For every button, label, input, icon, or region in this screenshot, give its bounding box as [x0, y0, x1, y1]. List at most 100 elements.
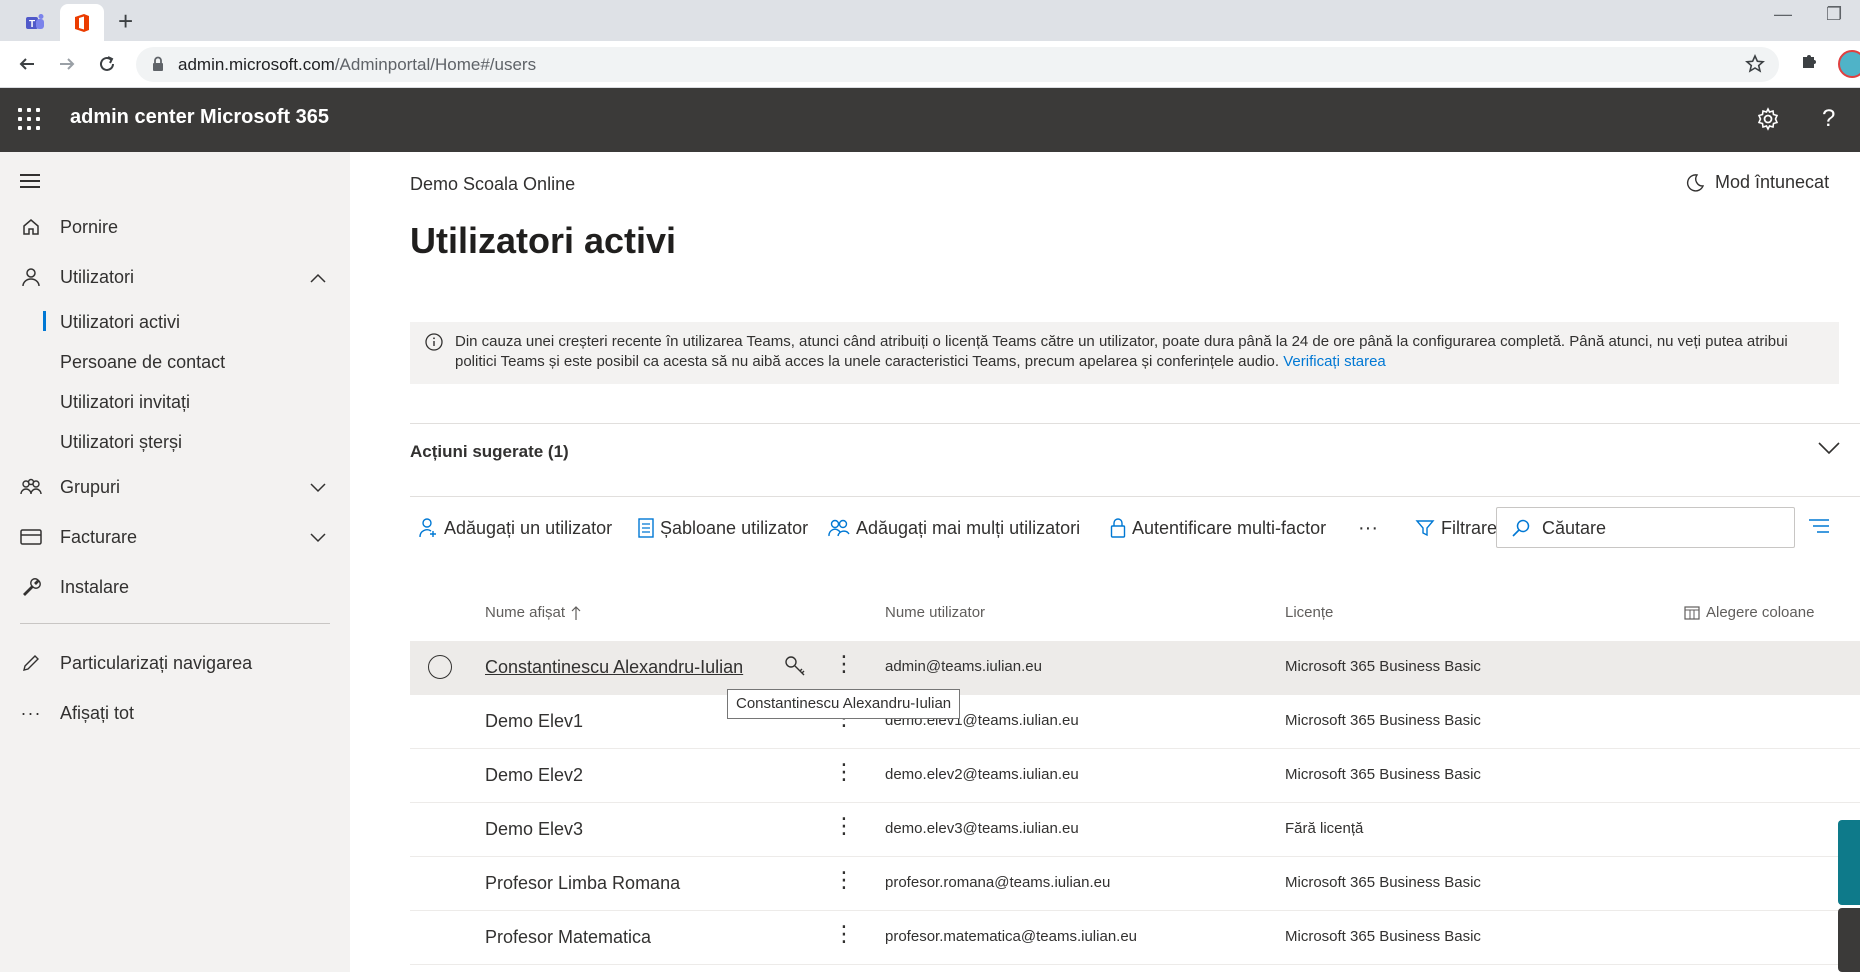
person-icon [20, 266, 42, 288]
address-bar: admin.microsoft.com/Adminportal/Home#/us… [0, 41, 1860, 88]
add-user-button[interactable]: Adăugați un utilizator [418, 508, 612, 548]
reload-icon[interactable] [94, 51, 120, 77]
reset-password-key-icon[interactable] [784, 655, 806, 677]
mfa-label: Autentificare multi-factor [1132, 517, 1327, 538]
column-header-licenses[interactable]: Licențe [1285, 604, 1333, 621]
user-display-name[interactable]: Demo Elev3 [485, 819, 583, 840]
user-license: Microsoft 365 Business Basic [1285, 874, 1481, 891]
user-templates-button[interactable]: Șabloane utilizator [638, 508, 808, 548]
sidebar-item-users[interactable]: Utilizatori [0, 257, 350, 297]
user-principal-name: profesor.matematica@teams.iulian.eu [885, 928, 1138, 945]
sidebar-item-setup[interactable]: Instalare [0, 567, 350, 607]
info-icon [425, 333, 443, 351]
column-header-label: Nume utilizator [885, 604, 986, 621]
profile-avatar[interactable] [1838, 50, 1860, 78]
extensions-icon[interactable] [1800, 51, 1820, 71]
user-license: Fără licență [1285, 820, 1364, 837]
more-actions-button[interactable]: ··· [1358, 508, 1378, 548]
info-banner: Din cauza unei creșteri recente în utili… [410, 322, 1839, 384]
browser-tab-bar: T + — ❐ [0, 0, 1860, 41]
chevron-down-icon[interactable] [310, 477, 326, 498]
search-input[interactable]: Căutare [1496, 507, 1795, 548]
choose-columns-button[interactable]: Alegere coloane [1684, 604, 1814, 621]
table-row[interactable]: Demo Elev3 ⋮ demo.elev3@teams.iulian.eu … [410, 803, 1860, 857]
sidebar-subitem-contacts[interactable]: Persoane de contact [60, 352, 225, 373]
row-select-radio[interactable] [428, 655, 452, 679]
search-placeholder: Căutare [1542, 518, 1607, 538]
filter-label: Filtrare [1441, 517, 1498, 538]
office-tab[interactable] [60, 4, 104, 41]
add-people-icon [828, 519, 850, 537]
ellipsis-icon: ··· [20, 702, 42, 723]
lock-icon [1110, 518, 1126, 538]
user-display-name[interactable]: Demo Elev2 [485, 765, 583, 786]
table-row[interactable]: Demo Elev1 ⋮ demo.elev1@teams.iulian.eu … [410, 695, 1860, 749]
mfa-button[interactable]: Autentificare multi-factor [1110, 508, 1326, 548]
user-templates-label: Șabloane utilizator [660, 517, 809, 538]
row-more-options-icon[interactable]: ⋮ [833, 869, 855, 891]
chevron-up-icon[interactable] [310, 267, 326, 288]
collapse-nav-icon[interactable] [20, 174, 40, 192]
table-row[interactable]: Demo Elev2 ⋮ demo.elev2@teams.iulian.eu … [410, 749, 1860, 803]
app-title[interactable]: admin center Microsoft 365 [70, 106, 329, 129]
table-row[interactable]: Profesor Limba Romana ⋮ profesor.romana@… [410, 857, 1860, 911]
add-multiple-users-button[interactable]: Adăugați mai mulți utilizatori [828, 508, 1080, 548]
sidebar-subitem-guest-users[interactable]: Utilizatori invitați [60, 392, 190, 413]
dark-mode-label: Mod întunecat [1715, 172, 1830, 192]
user-display-name[interactable]: Demo Elev1 [485, 711, 583, 732]
suggested-actions-heading[interactable]: Acțiuni sugerate (1) [410, 442, 569, 462]
user-license: Microsoft 365 Business Basic [1285, 766, 1481, 783]
row-more-options-icon[interactable]: ⋮ [833, 653, 855, 675]
column-header-username[interactable]: Nume utilizator [885, 604, 985, 621]
sidebar-nav: Pornire Utilizatori Utilizatori activi P… [0, 152, 350, 972]
help-icon[interactable]: ? [1822, 105, 1835, 133]
add-multiple-users-label: Adăugați mai mulți utilizatori [856, 517, 1081, 538]
row-more-options-icon[interactable]: ⋮ [833, 761, 855, 783]
user-display-name[interactable]: Profesor Matematica [485, 927, 651, 948]
teams-tab[interactable]: T [10, 4, 60, 41]
back-icon[interactable] [14, 51, 40, 77]
choose-columns-label: Alegere coloane [1706, 604, 1815, 621]
forward-icon[interactable] [54, 51, 80, 77]
row-more-options-icon[interactable]: ⋮ [833, 923, 855, 945]
sidebar-item-groups[interactable]: Grupuri [0, 467, 350, 507]
column-header-display-name[interactable]: Nume afișat [485, 604, 581, 621]
sidebar-item-show-all[interactable]: ··· Afișați tot [0, 693, 350, 733]
chevron-down-icon[interactable] [310, 527, 326, 548]
sidebar-subitem-active-users[interactable]: Utilizatori activi [60, 312, 180, 333]
feedback-button[interactable] [1838, 908, 1860, 972]
minimize-icon[interactable]: — [1774, 4, 1792, 25]
sidebar-item-label: Utilizatori [60, 266, 135, 287]
check-status-link[interactable]: Verificați starea [1283, 353, 1386, 370]
table-row[interactable]: Profesor Matematica ⋮ profesor.matematic… [410, 911, 1860, 965]
home-icon [20, 216, 42, 238]
new-tab-button[interactable]: + [118, 6, 133, 36]
url-text: admin.microsoft.com/Adminportal/Home#/us… [178, 55, 537, 74]
row-more-options-icon[interactable]: ⋮ [833, 815, 855, 837]
lock-icon [153, 56, 163, 71]
sidebar-divider [20, 623, 330, 624]
sort-ascending-icon [571, 605, 581, 620]
table-row[interactable]: Constantinescu Alexandru-Iulian ⋮ admin@… [410, 641, 1860, 695]
column-header-label: Nume afișat [485, 604, 566, 621]
settings-gear-icon[interactable] [1756, 107, 1780, 137]
sidebar-subitem-deleted-users[interactable]: Utilizatori șterși [60, 432, 182, 453]
sidebar-item-billing[interactable]: Facturare [0, 517, 350, 557]
user-display-name[interactable]: Constantinescu Alexandru-Iulian [485, 657, 743, 678]
user-display-name[interactable]: Profesor Limba Romana [485, 873, 680, 894]
app-launcher-icon[interactable] [18, 108, 40, 130]
sidebar-item-home[interactable]: Pornire [0, 207, 350, 247]
sidebar-item-customize-nav[interactable]: Particularizați navigarea [0, 643, 350, 683]
filter-button[interactable]: Filtrare [1415, 508, 1497, 548]
sidebar-item-label: Grupuri [60, 476, 121, 497]
chevron-down-icon[interactable] [1818, 441, 1840, 455]
view-options-icon[interactable] [1808, 517, 1830, 535]
help-chat-button[interactable] [1838, 820, 1860, 905]
page-title: Utilizatori activi [410, 220, 677, 261]
dark-mode-toggle[interactable]: Mod întunecat [1685, 172, 1829, 193]
bookmark-star-icon[interactable] [1745, 54, 1765, 74]
org-name: Demo Scoala Online [410, 174, 576, 194]
restore-icon[interactable]: ❐ [1826, 4, 1842, 25]
user-principal-name: profesor.romana@teams.iulian.eu [885, 874, 1111, 891]
url-input[interactable]: admin.microsoft.com/Adminportal/Home#/us… [136, 47, 1779, 82]
